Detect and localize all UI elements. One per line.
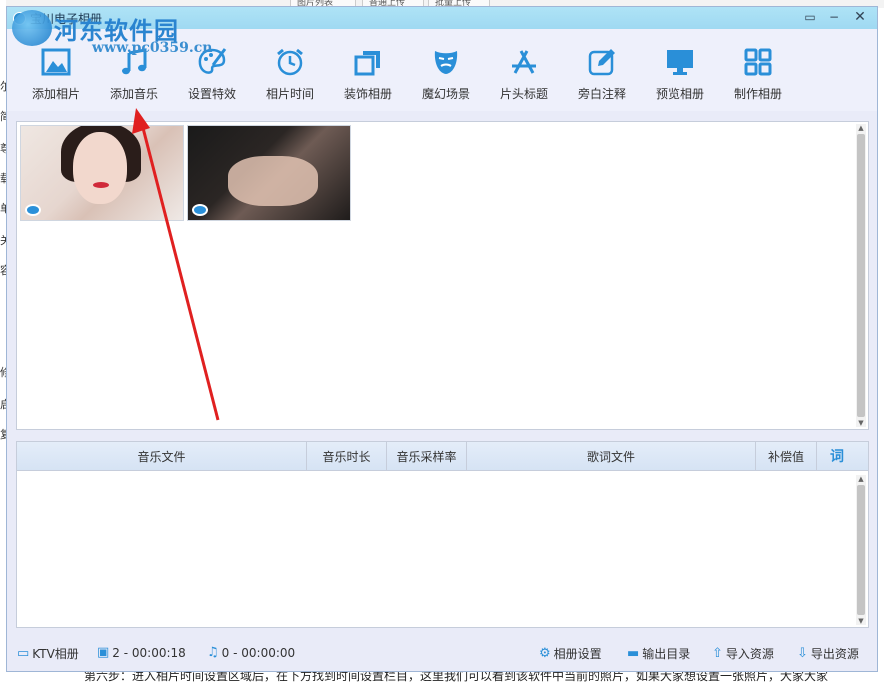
alarm-clock-icon bbox=[273, 45, 307, 79]
tool-label: 装饰相册 bbox=[343, 87, 392, 101]
tool-label: 相片时间 bbox=[265, 87, 314, 101]
music-count-text: 0 - 00:00:00 bbox=[221, 645, 296, 660]
decorate-album-button[interactable]: 装饰相册 bbox=[329, 45, 407, 111]
album-settings-button[interactable]: ⚙ 相册设置 bbox=[539, 645, 602, 662]
photo-list-scrollbar[interactable]: ▲ ▼ bbox=[856, 124, 866, 427]
music-table-scrollbar[interactable]: ▲ ▼ bbox=[856, 475, 866, 625]
ktv-album-toggle[interactable]: ▭ KTV相册 bbox=[17, 645, 79, 662]
gear-icon: ⚙ bbox=[539, 646, 551, 661]
status-bar: ▭ KTV相册 ▣ 2 - 00:00:18 ♫ 0 - 00:00:00 ⚙ … bbox=[7, 635, 877, 671]
background-footer-text: 第六步：进入相片时间设置区域后，在下方找到时间设置栏目，这里我们可以看到该软件中… bbox=[84, 672, 829, 682]
image-frame-icon bbox=[39, 45, 73, 79]
column-music-duration[interactable]: 音乐时长 bbox=[307, 442, 387, 470]
upload-icon: ⇧ bbox=[712, 646, 723, 661]
photo-content bbox=[73, 132, 127, 204]
tool-label: 制作相册 bbox=[733, 87, 782, 101]
tool-label: 片头标题 bbox=[499, 87, 548, 101]
monitor-icon bbox=[663, 45, 697, 79]
make-album-button[interactable]: 制作相册 bbox=[719, 45, 797, 111]
ktv-album-label: KTV相册 bbox=[32, 647, 79, 661]
scroll-up-arrow-icon[interactable]: ▲ bbox=[857, 475, 865, 483]
tool-label: 预览相册 bbox=[655, 87, 704, 101]
scroll-down-arrow-icon[interactable]: ▼ bbox=[857, 617, 865, 625]
tool-label: 添加相片 bbox=[31, 87, 80, 101]
edit-note-icon bbox=[585, 45, 619, 79]
eye-icon[interactable] bbox=[25, 204, 41, 216]
column-lyrics-file[interactable]: 歌词文件 bbox=[467, 442, 756, 470]
folder-icon: ▬ bbox=[627, 646, 640, 661]
import-resources-button[interactable]: ⇧ 导入资源 bbox=[712, 645, 774, 662]
tool-label: 设置特效 bbox=[187, 87, 236, 101]
minimize-button[interactable]: − bbox=[823, 9, 845, 25]
add-photo-button[interactable]: 添加相片 bbox=[17, 45, 95, 111]
grid-apps-icon bbox=[741, 45, 775, 79]
column-sample-rate[interactable]: 音乐采样率 bbox=[387, 442, 467, 470]
tool-label: 旁白注释 bbox=[577, 87, 626, 101]
album-settings-label: 相册设置 bbox=[553, 647, 602, 661]
scroll-up-arrow-icon[interactable]: ▲ bbox=[857, 124, 865, 132]
watermark-url: www.pc0359.cn bbox=[92, 40, 213, 56]
photo-thumbnail[interactable] bbox=[20, 125, 184, 221]
column-offset[interactable]: 补偿值 bbox=[756, 442, 817, 470]
photo-count-text: 2 - 00:00:18 bbox=[112, 645, 186, 660]
watermark-logo-icon bbox=[12, 10, 52, 46]
app-store-icon bbox=[507, 45, 541, 79]
download-icon: ⇩ bbox=[797, 646, 808, 661]
music-count-status: ♫ 0 - 00:00:00 bbox=[207, 645, 295, 660]
close-button[interactable]: ✕ bbox=[849, 9, 871, 25]
photo-content bbox=[93, 182, 109, 188]
photo-thumbnail[interactable] bbox=[187, 125, 351, 221]
theater-mask-icon bbox=[429, 45, 463, 79]
music-note-icon: ♫ bbox=[207, 645, 219, 660]
magic-scene-button[interactable]: 魔幻场景 bbox=[407, 45, 485, 111]
scrollbar-thumb[interactable] bbox=[857, 485, 865, 615]
photo-time-button[interactable]: 相片时间 bbox=[251, 45, 329, 111]
lyrics-button[interactable]: 词 bbox=[817, 442, 857, 470]
output-directory-label: 输出目录 bbox=[642, 647, 691, 661]
monitor-icon: ▭ bbox=[17, 646, 30, 661]
layers-icon bbox=[351, 45, 385, 79]
eye-icon[interactable] bbox=[192, 204, 208, 216]
output-directory-button[interactable]: ▬ 输出目录 bbox=[627, 645, 690, 662]
app-window: 宝川电子相册 ▭ − ✕ 添加相片 添加音乐 设置特效 相片时间 装饰相册 魔幻… bbox=[6, 6, 878, 672]
background-page-footer: 第六步：进入相片时间设置区域后，在下方找到时间设置栏目，这里我们可以看到该软件中… bbox=[0, 672, 884, 682]
image-icon: ▣ bbox=[97, 645, 110, 660]
music-table-header: 音乐文件 音乐时长 音乐采样率 歌词文件 补偿值 词 bbox=[17, 442, 868, 471]
restore-button[interactable]: ▭ bbox=[799, 9, 821, 25]
music-table: 音乐文件 音乐时长 音乐采样率 歌词文件 补偿值 词 ▲ ▼ bbox=[16, 441, 869, 628]
narration-note-button[interactable]: 旁白注释 bbox=[563, 45, 641, 111]
import-resources-label: 导入资源 bbox=[725, 647, 774, 661]
opening-title-button[interactable]: 片头标题 bbox=[485, 45, 563, 111]
tool-label: 魔幻场景 bbox=[421, 87, 470, 101]
photo-count-status: ▣ 2 - 00:00:18 bbox=[97, 645, 186, 660]
export-resources-label: 导出资源 bbox=[810, 647, 859, 661]
scrollbar-thumb[interactable] bbox=[857, 134, 865, 417]
photo-content bbox=[228, 156, 318, 206]
scroll-down-arrow-icon[interactable]: ▼ bbox=[857, 419, 865, 427]
export-resources-button[interactable]: ⇩ 导出资源 bbox=[797, 645, 859, 662]
column-music-file[interactable]: 音乐文件 bbox=[17, 442, 307, 470]
tool-label: 添加音乐 bbox=[109, 87, 158, 101]
preview-album-button[interactable]: 预览相册 bbox=[641, 45, 719, 111]
photo-list-panel[interactable]: ▲ ▼ bbox=[16, 121, 869, 430]
